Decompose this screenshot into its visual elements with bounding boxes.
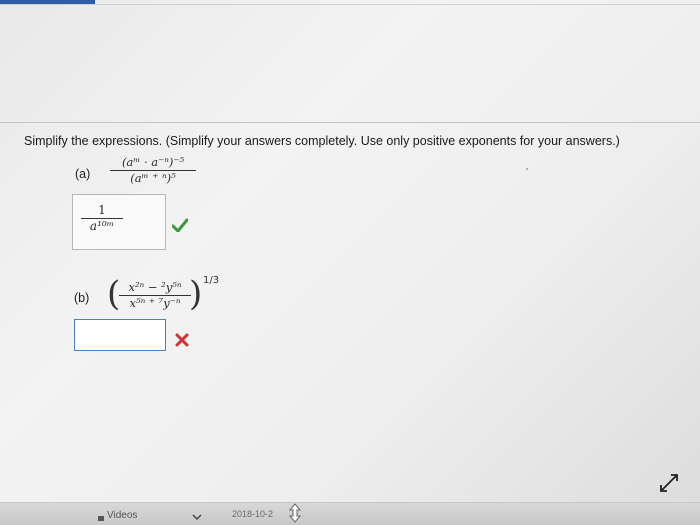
part-a-answer-box[interactable]: 1 a¹⁰ᵐ <box>72 194 166 250</box>
chevron-down-icon[interactable] <box>192 513 202 521</box>
part-a-label: (a) <box>75 167 91 181</box>
question-divider <box>0 122 700 123</box>
top-divider <box>0 4 700 5</box>
expand-icon[interactable] <box>654 468 684 498</box>
videos-link[interactable]: Videos <box>95 510 137 521</box>
cross-icon <box>175 333 189 347</box>
question-instructions: Simplify the expressions. (Simplify your… <box>24 134 620 148</box>
part-a-numerator: (aᵐ · a⁻ⁿ)⁻⁵ <box>121 155 185 169</box>
part-b-numerator: x²ⁿ − ²y⁵ⁿ <box>128 280 182 294</box>
scroll-arrow-icon[interactable] <box>289 503 301 523</box>
part-b-answer-box[interactable] <box>74 319 166 351</box>
part-a-answer: 1 a¹⁰ᵐ <box>81 204 123 233</box>
part-a-expression: (aᵐ · a⁻ⁿ)⁻⁵ (aᵐ ⁺ ⁿ)⁵ <box>110 156 196 185</box>
part-b-fraction: x²ⁿ − ²y⁵ⁿ x⁵ⁿ ⁺ ⁷y⁻ⁿ <box>119 281 191 310</box>
right-paren: ) <box>189 274 203 314</box>
part-b-label: (b) <box>74 291 90 305</box>
part-b-expression: ( x²ⁿ − ²y⁵ⁿ x⁵ⁿ ⁺ ⁷y⁻ⁿ ) 1/3 <box>107 274 220 318</box>
part-b-denominator: x⁵ⁿ ⁺ ⁷y⁻ⁿ <box>129 296 181 310</box>
stray-dot <box>526 168 528 170</box>
part-a-answer-numerator: 1 <box>98 203 106 217</box>
part-a-answer-denominator: a¹⁰ᵐ <box>89 219 115 233</box>
part-b-power: 1/3 <box>203 275 220 286</box>
check-icon <box>172 218 188 232</box>
date-text: 2018-10-2 <box>232 509 274 519</box>
part-a-denominator: (aᵐ ⁺ ⁿ)⁵ <box>130 171 176 185</box>
